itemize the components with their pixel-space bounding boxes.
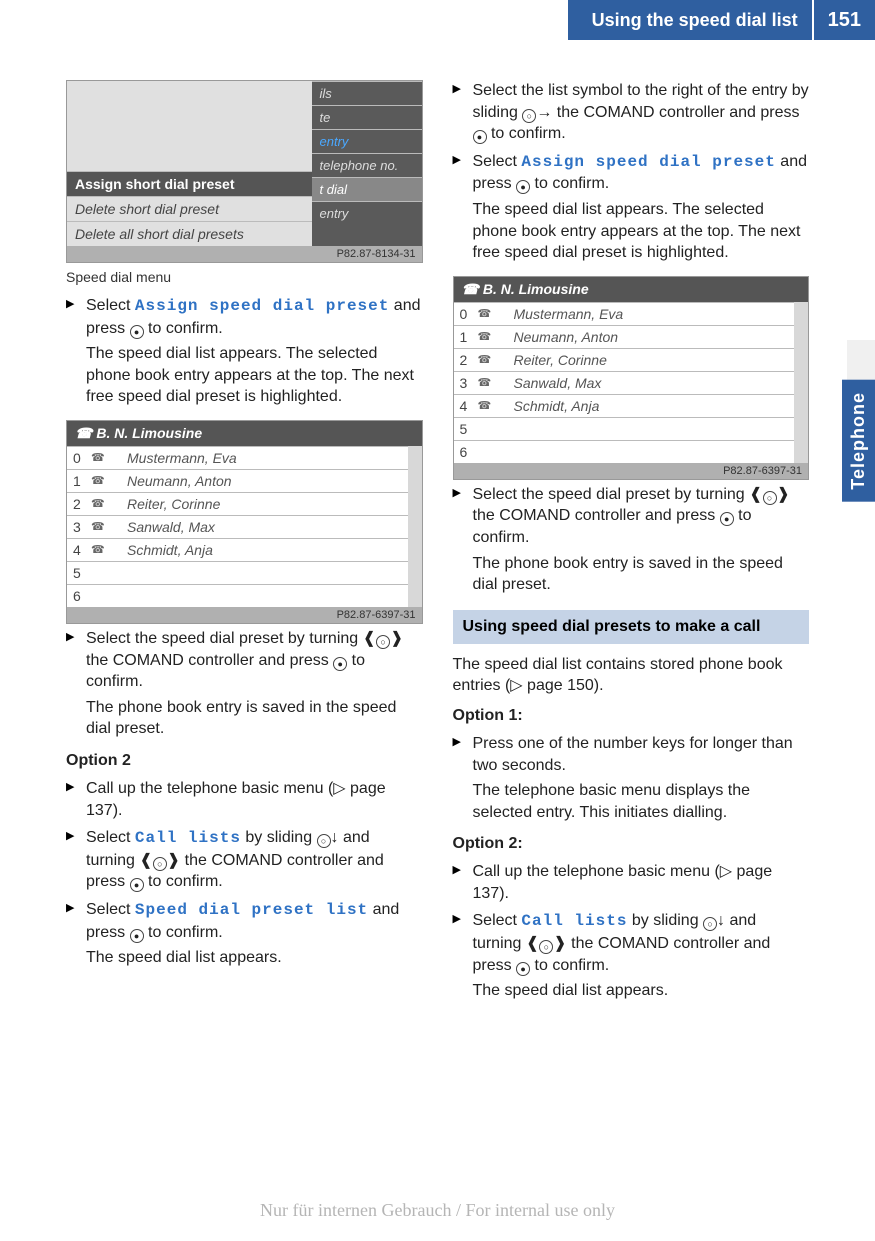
- menu-term: Call lists: [521, 912, 627, 930]
- image-id: P82.87-8134-31: [67, 246, 422, 262]
- phone-icon: ☎: [75, 425, 96, 441]
- menu-term: Call lists: [135, 829, 241, 847]
- press-icon: ●: [130, 325, 144, 339]
- step-item: Select Speed dial preset list and press …: [66, 899, 423, 969]
- slide-down-icon: ○↓: [317, 829, 339, 846]
- step-result: The speed dial list appears. The selecte…: [473, 199, 810, 264]
- scrollbar: [408, 446, 422, 607]
- press-icon: ●: [516, 962, 530, 976]
- turn-icon: ❰○❱: [526, 935, 567, 952]
- option-heading: Option 2: [66, 752, 423, 770]
- list-row: 6: [454, 440, 795, 463]
- bg-row: t dial: [312, 177, 422, 201]
- watermark: Nur für internen Gebrauch / For internal…: [0, 1200, 875, 1221]
- step-item: Select Assign speed dial preset and pres…: [66, 295, 423, 408]
- screenshot-speed-dial-list: ☎ B. N. Limousine 0☎Mustermann, Eva1☎Neu…: [453, 276, 810, 480]
- bg-row: entry: [312, 129, 422, 153]
- xref-icon: ▷: [510, 677, 522, 694]
- step-item: Call up the telephone basic menu (▷ page…: [453, 861, 810, 904]
- left-column: Assign short dial preset Delete short di…: [66, 80, 423, 1014]
- screenshot-speed-dial-list: ☎ B. N. Limousine 0☎Mustermann, Eva1☎Neu…: [66, 420, 423, 624]
- turn-icon: ❰○❱: [749, 486, 790, 503]
- menu-row-delete-all: Delete all short dial presets: [67, 221, 312, 246]
- list-row: 2☎Reiter, Corinne: [454, 348, 795, 371]
- section-heading: Using speed dial presets to make a call: [453, 610, 810, 644]
- list-row: 3☎Sanwald, Max: [67, 515, 408, 538]
- slide-down-icon: ○↓: [703, 912, 725, 929]
- thumb-tab-telephone: Telephone: [842, 380, 875, 502]
- step-result: The speed dial list appears.: [86, 947, 423, 969]
- turn-icon: ❰○❱: [139, 852, 180, 869]
- step-list: Call up the telephone basic menu (▷ page…: [66, 778, 423, 969]
- step-list: Select Assign speed dial preset and pres…: [66, 295, 423, 408]
- list-row: 1☎Neumann, Anton: [454, 325, 795, 348]
- list-row: 5: [67, 561, 408, 584]
- step-list: Press one of the number keys for longer …: [453, 733, 810, 823]
- slide-right-icon: ○→: [522, 104, 552, 121]
- menu-term: Assign speed dial preset: [135, 297, 389, 315]
- image-id: P82.87-6397-31: [67, 607, 422, 623]
- list-row: 1☎Neumann, Anton: [67, 469, 408, 492]
- list-row: 0☎Mustermann, Eva: [454, 302, 795, 325]
- step-item: Select the list symbol to the right of t…: [453, 80, 810, 145]
- step-item: Call up the telephone basic menu (▷ page…: [66, 778, 423, 821]
- xref-icon: ▷: [333, 780, 345, 797]
- option-heading: Option 1:: [453, 707, 810, 725]
- option-heading: Option 2:: [453, 835, 810, 853]
- section-title: Using the speed dial list: [568, 0, 812, 40]
- list-row: 4☎Schmidt, Anja: [67, 538, 408, 561]
- scrollbar: [794, 302, 808, 463]
- step-result: The speed dial list appears. The selecte…: [86, 343, 423, 408]
- step-result: The phone book entry is saved in the spe…: [473, 553, 810, 596]
- step-result: The speed dial list appears.: [473, 980, 810, 1002]
- step-list: Select the speed dial preset by turning …: [66, 628, 423, 740]
- list-row: 5: [454, 417, 795, 440]
- press-icon: ●: [130, 878, 144, 892]
- bg-row: ils: [312, 81, 422, 105]
- screenshot-speed-dial-menu: Assign short dial preset Delete short di…: [66, 80, 423, 263]
- list-row: 6: [67, 584, 408, 607]
- step-list: Select the speed dial preset by turning …: [453, 484, 810, 596]
- menu-term: Speed dial preset list: [135, 901, 368, 919]
- intro-para: The speed dial list contains stored phon…: [453, 654, 810, 697]
- list-row: 2☎Reiter, Corinne: [67, 492, 408, 515]
- step-item: Select Assign speed dial preset and pres…: [453, 151, 810, 264]
- step-list: Call up the telephone basic menu (▷ page…: [453, 861, 810, 1002]
- step-result: The phone book entry is saved in the spe…: [86, 697, 423, 740]
- page-number: 151: [812, 0, 875, 40]
- press-icon: ●: [130, 929, 144, 943]
- bg-row: telephone no.: [312, 153, 422, 177]
- menu-row-assign: Assign short dial preset: [67, 171, 312, 196]
- step-item: Select Call lists by sliding ○↓ and turn…: [453, 910, 810, 1001]
- step-item: Select Call lists by sliding ○↓ and turn…: [66, 827, 423, 893]
- right-column: Select the list symbol to the right of t…: [453, 80, 810, 1014]
- list-row: 4☎Schmidt, Anja: [454, 394, 795, 417]
- press-icon: ●: [473, 130, 487, 144]
- turn-icon: ❰○❱: [363, 630, 404, 647]
- bg-row: te: [312, 105, 422, 129]
- thumb-tab-spacer: [847, 340, 875, 380]
- step-list: Select the list symbol to the right of t…: [453, 80, 810, 264]
- press-icon: ●: [333, 657, 347, 671]
- step-item: Select the speed dial preset by turning …: [66, 628, 423, 740]
- bg-row: entry: [312, 201, 422, 225]
- phone-icon: ☎: [462, 281, 483, 297]
- step-item: Select the speed dial preset by turning …: [453, 484, 810, 596]
- page-header: Using the speed dial list 151: [568, 0, 875, 40]
- press-icon: ●: [516, 180, 530, 194]
- menu-term: Assign speed dial preset: [521, 153, 775, 171]
- step-item: Press one of the number keys for longer …: [453, 733, 810, 823]
- list-row: 0☎Mustermann, Eva: [67, 446, 408, 469]
- image-id: P82.87-6397-31: [454, 463, 809, 479]
- menu-row-delete: Delete short dial preset: [67, 196, 312, 221]
- press-icon: ●: [720, 512, 734, 526]
- screenshot-caption: Speed dial menu: [66, 269, 423, 285]
- xref-icon: ▷: [720, 863, 732, 880]
- list-row: 3☎Sanwald, Max: [454, 371, 795, 394]
- step-result: The telephone basic menu displays the se…: [473, 780, 810, 823]
